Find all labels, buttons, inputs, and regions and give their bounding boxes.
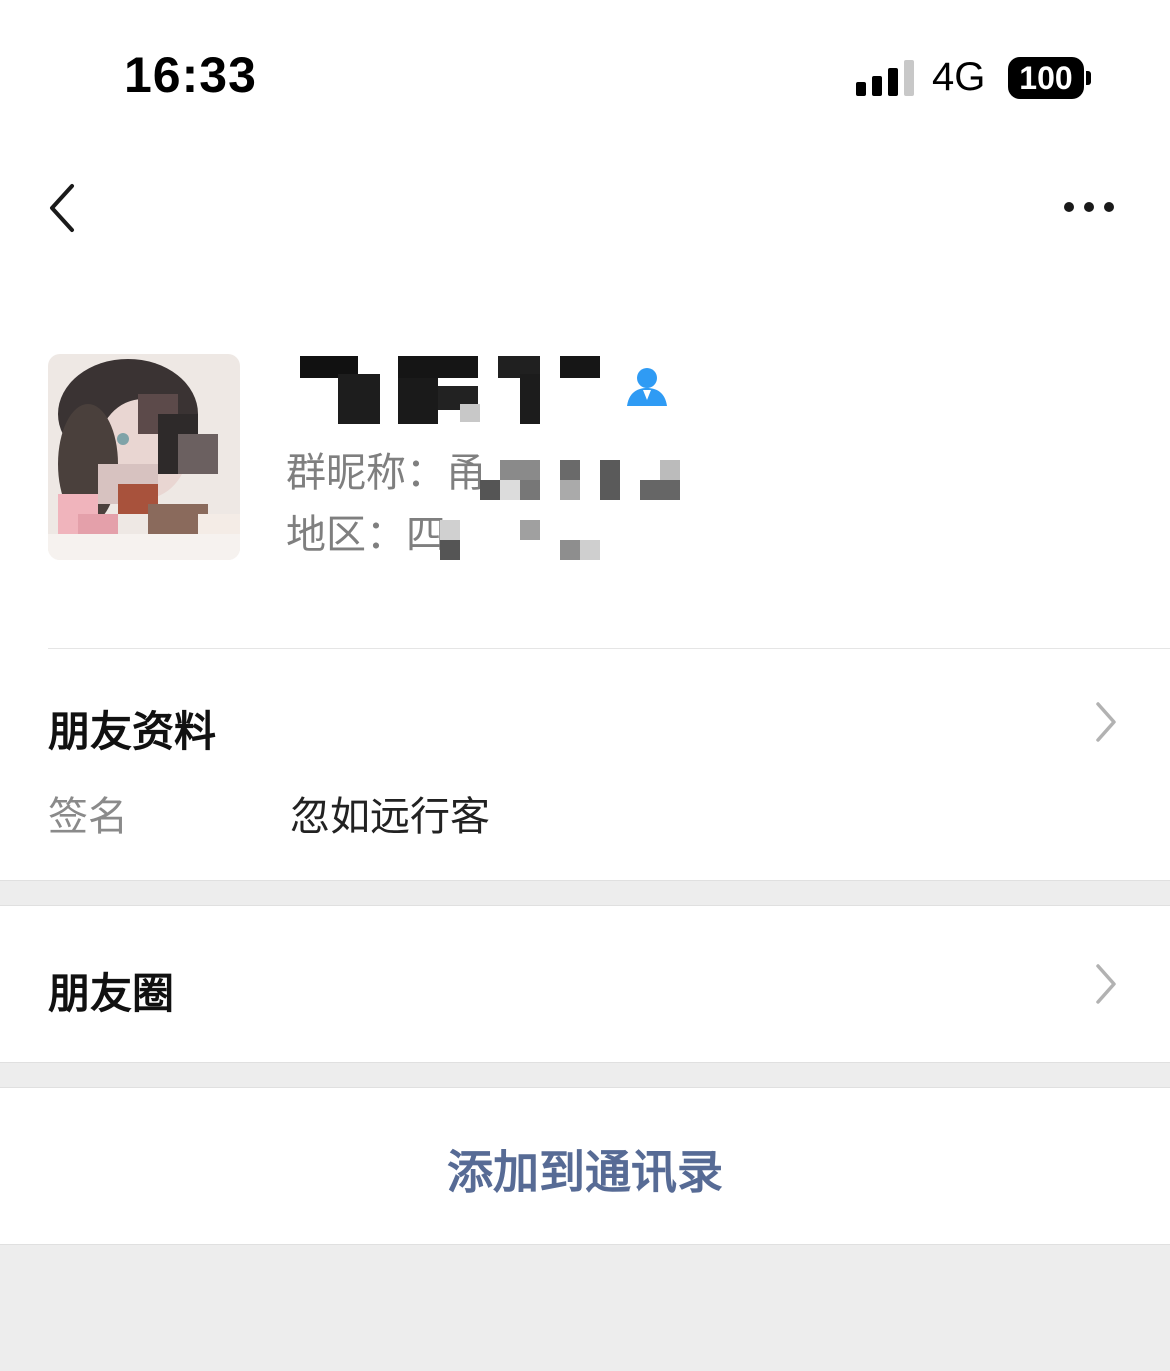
signature-value: 忽如远行客 bbox=[290, 794, 490, 840]
region-mosaic bbox=[440, 520, 610, 564]
separator-line bbox=[0, 1062, 1170, 1063]
chevron-right-icon bbox=[1090, 962, 1120, 1006]
group-nickname-mosaic bbox=[480, 460, 680, 504]
signature-label: 签名 bbox=[48, 794, 128, 840]
separator-line bbox=[0, 880, 1170, 881]
friend-info-title: 朋友资料 bbox=[48, 707, 217, 756]
nav-bar bbox=[0, 160, 1170, 260]
status-bar: 16:33 4G 100 bbox=[0, 0, 1170, 150]
group-nickname-label: 群昵称： bbox=[286, 450, 446, 496]
battery-icon: 100 bbox=[1008, 57, 1084, 99]
region-line: 地区：四 bbox=[286, 502, 446, 560]
chevron-left-icon[interactable] bbox=[40, 178, 90, 238]
separator-line bbox=[0, 1244, 1170, 1245]
person-icon bbox=[624, 364, 670, 410]
friend-info-cell[interactable]: 朋友资料 bbox=[0, 650, 1170, 880]
profile-divider bbox=[48, 648, 1170, 649]
add-to-contacts-label: 添加到通讯录 bbox=[447, 1145, 723, 1199]
bottom-background bbox=[0, 1244, 1170, 1371]
moments-cell[interactable]: 朋友圈 bbox=[0, 906, 1170, 1062]
status-time: 16:33 bbox=[124, 47, 257, 103]
signal-icon bbox=[856, 58, 914, 96]
avatar[interactable] bbox=[48, 354, 240, 560]
battery-nub bbox=[1086, 71, 1091, 85]
section-separator bbox=[0, 1062, 1170, 1088]
chevron-right-icon bbox=[1090, 700, 1120, 744]
add-to-contacts-button[interactable]: 添加到通讯录 bbox=[0, 1088, 1170, 1244]
region-label: 地区： bbox=[286, 512, 406, 558]
moments-title: 朋友圈 bbox=[48, 969, 175, 1018]
profile-header: 群昵称：甬 地区：四 bbox=[0, 320, 1170, 620]
more-horizontal-icon[interactable] bbox=[1056, 192, 1126, 222]
profile-name-obscured bbox=[298, 356, 608, 426]
group-nickname-line: 群昵称：甬 bbox=[286, 440, 486, 498]
network-type: 4G bbox=[932, 55, 986, 99]
section-separator bbox=[0, 880, 1170, 906]
